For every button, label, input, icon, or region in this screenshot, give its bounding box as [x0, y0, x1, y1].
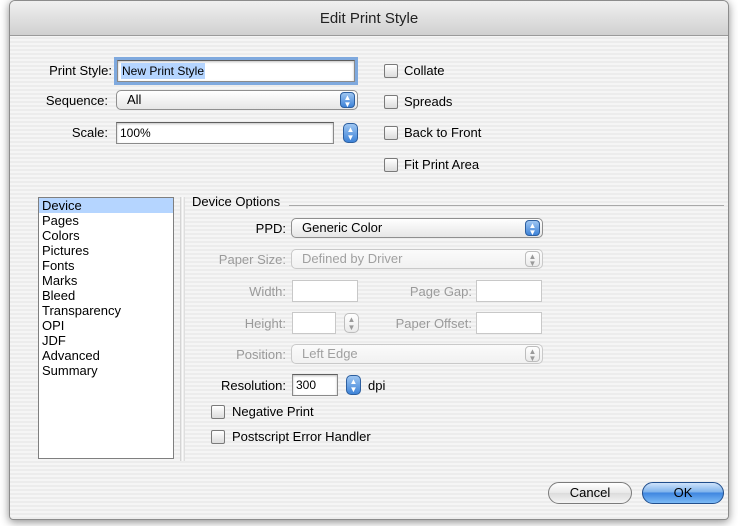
ppd-label: PPD: [255, 221, 286, 236]
list-item-bleed[interactable]: Bleed [39, 288, 173, 303]
splitter[interactable] [180, 197, 185, 461]
resolution-stepper[interactable]: ▲ ▼ [346, 375, 361, 395]
list-item-advanced[interactable]: Advanced [39, 348, 173, 363]
scale-field[interactable]: 100% [116, 122, 334, 144]
category-list[interactable]: Device Pages Colors Pictures Fonts Marks… [38, 197, 174, 459]
list-item-transparency[interactable]: Transparency [39, 303, 173, 318]
ppd-value: Generic Color [302, 220, 383, 235]
list-item-colors[interactable]: Colors [39, 228, 173, 243]
resolution-field[interactable]: 300 [292, 374, 338, 396]
spreads-label: Spreads [404, 94, 453, 109]
popup-arrows-icon: ▲ ▼ [525, 251, 540, 268]
sequence-value: All [127, 92, 142, 107]
scale-label: Scale: [71, 125, 108, 140]
list-item-marks[interactable]: Marks [39, 273, 173, 288]
list-item-summary[interactable]: Summary [39, 363, 173, 378]
paper-offset-label: Paper Offset: [395, 316, 472, 331]
back-to-front-checkbox[interactable] [384, 126, 398, 140]
list-item-pictures[interactable]: Pictures [39, 243, 173, 258]
sequence-popup[interactable]: All ▲ ▼ [116, 90, 358, 110]
list-item-opi[interactable]: OPI [39, 318, 173, 333]
ppd-popup[interactable]: Generic Color ▲ ▼ [291, 218, 543, 238]
resolution-unit: dpi [368, 378, 386, 393]
resolution-label: Resolution: [220, 378, 286, 393]
list-item-jdf[interactable]: JDF [39, 333, 173, 348]
page-gap-field[interactable] [476, 280, 542, 302]
paper-size-popup[interactable]: Defined by Driver ▲ ▼ [291, 249, 543, 269]
width-label: Width: [249, 284, 286, 299]
height-stepper[interactable]: ▲ ▼ [344, 313, 359, 333]
cancel-button[interactable]: Cancel [548, 482, 632, 504]
print-style-field[interactable]: New Print Style [114, 57, 358, 85]
popup-arrows-icon: ▲ ▼ [525, 346, 540, 363]
position-popup[interactable]: Left Edge ▲ ▼ [291, 344, 543, 364]
height-label: Height: [244, 316, 286, 331]
position-value: Left Edge [302, 346, 358, 361]
negative-print-label: Negative Print [232, 404, 314, 419]
device-options-title: Device Options [192, 194, 281, 209]
back-to-front-label: Back to Front [404, 125, 482, 140]
list-item-fonts[interactable]: Fonts [39, 258, 173, 273]
paper-offset-field[interactable] [476, 312, 542, 334]
paper-size-label: Paper Size: [218, 252, 286, 267]
collate-label: Collate [404, 63, 445, 78]
fit-print-area-checkbox[interactable] [384, 158, 398, 172]
page-gap-label: Page Gap: [409, 284, 472, 299]
resolution-value: 300 [296, 378, 317, 392]
popup-arrows-icon: ▲ ▼ [525, 220, 540, 237]
window-title: Edit Print Style [10, 1, 728, 36]
collate-checkbox[interactable] [384, 64, 398, 78]
height-field[interactable] [292, 312, 336, 334]
edit-print-style-dialog: Edit Print Style Print Style: New Print … [9, 0, 729, 520]
group-divider [289, 205, 724, 206]
sequence-label: Sequence: [45, 93, 108, 108]
print-style-label: Print Style: [49, 63, 112, 78]
width-field[interactable] [292, 280, 358, 302]
popup-arrows-icon: ▲ ▼ [340, 92, 355, 109]
scale-value: 100% [120, 126, 151, 140]
postscript-error-handler-label: Postscript Error Handler [232, 429, 371, 444]
print-style-value: New Print Style [121, 63, 206, 79]
ok-button[interactable]: OK [642, 482, 724, 504]
list-item-pages[interactable]: Pages [39, 213, 173, 228]
fit-print-area-label: Fit Print Area [404, 157, 480, 172]
scale-stepper[interactable]: ▲ ▼ [343, 123, 358, 143]
postscript-error-handler-checkbox[interactable] [211, 430, 225, 444]
position-label: Position: [236, 347, 286, 362]
list-item-device[interactable]: Device [39, 198, 173, 213]
spreads-checkbox[interactable] [384, 95, 398, 109]
paper-size-value: Defined by Driver [302, 251, 403, 266]
negative-print-checkbox[interactable] [211, 405, 225, 419]
